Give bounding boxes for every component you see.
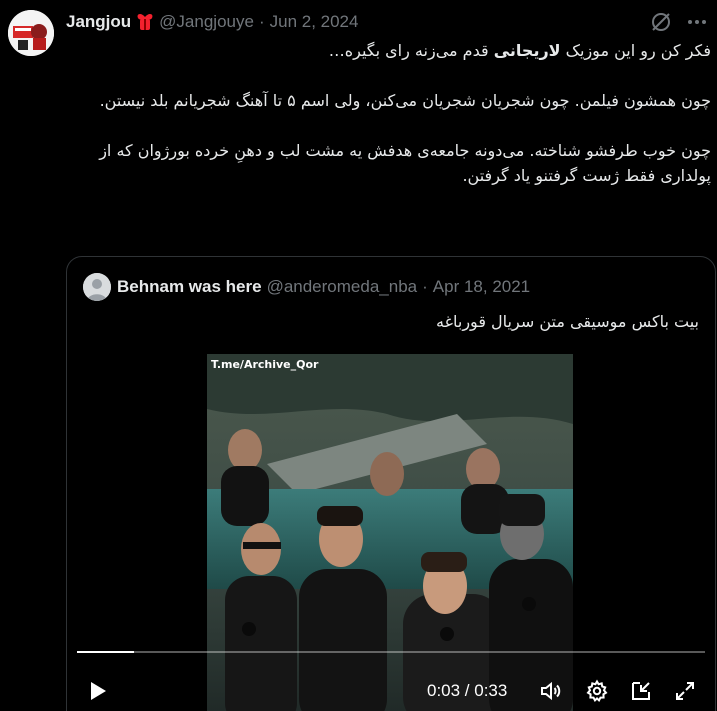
- fullscreen-icon[interactable]: [673, 679, 697, 703]
- separator-dot: ·: [258, 12, 265, 31]
- avatar-image: [8, 10, 54, 56]
- video-controls: 0:03 / 0:33: [67, 671, 715, 711]
- video-time: 0:03 / 0:33: [427, 681, 508, 700]
- quoted-author-handle: @anderomeda_nba: [266, 277, 418, 296]
- quoted-tweet-header: Behnam was here @anderomeda_nba · Apr 18…: [83, 273, 530, 301]
- grok-icon[interactable]: [649, 10, 673, 34]
- quoted-date: Apr 18, 2021: [432, 277, 531, 296]
- author-avatar[interactable]: [8, 10, 54, 56]
- author-name[interactable]: Jangjou: [66, 12, 131, 32]
- video-frame: T.me/Archive_Qor: [207, 354, 573, 711]
- highlighted-word: لاریجانی: [493, 41, 561, 60]
- video-watermark: T.me/Archive_Qor: [211, 358, 319, 371]
- video-progress-bar[interactable]: [77, 651, 705, 653]
- video-player[interactable]: T.me/Archive_Qor 0:03 / 0:33: [67, 354, 715, 711]
- play-icon[interactable]: [85, 679, 109, 703]
- quoted-tweet-text: بیت باکس موسیقی متن سریال قورباغه: [436, 312, 699, 331]
- video-still-image: [207, 354, 573, 711]
- tweet-paragraph: فکر کن رو این موزیک لاریجانی قدم می‌زنه …: [328, 41, 711, 60]
- tweet-card: Jangjou @Jangjouye · Jun 2, 2024 فکر کن …: [0, 0, 717, 711]
- tweet-paragraph: چون خوب طرفشو شناخته. می‌دونه جامعه‌ی هد…: [99, 141, 711, 185]
- tweet-paragraph: چون همشون فیلمن. چون شجریان شجریان می‌کن…: [99, 91, 711, 110]
- tweet-header: Jangjou @Jangjouye · Jun 2, 2024: [66, 10, 707, 34]
- red-gift-bow-icon: [135, 12, 155, 32]
- video-progress-fill: [77, 651, 134, 653]
- tweet-date[interactable]: Jun 2, 2024: [270, 12, 359, 32]
- author-handle[interactable]: @Jangjouye: [159, 12, 254, 32]
- tweet-body: فکر کن رو این موزیک لاریجانی قدم می‌زنه …: [66, 38, 711, 188]
- quoted-tweet[interactable]: Behnam was here @anderomeda_nba · Apr 18…: [66, 256, 716, 711]
- quoted-author-avatar: [83, 273, 111, 301]
- settings-gear-icon[interactable]: [585, 679, 609, 703]
- more-options-icon[interactable]: [685, 10, 709, 34]
- separator-dot: ·: [422, 277, 428, 296]
- volume-icon[interactable]: [539, 679, 563, 703]
- quoted-author-name: Behnam was here: [117, 277, 262, 296]
- picture-in-picture-icon[interactable]: [629, 679, 653, 703]
